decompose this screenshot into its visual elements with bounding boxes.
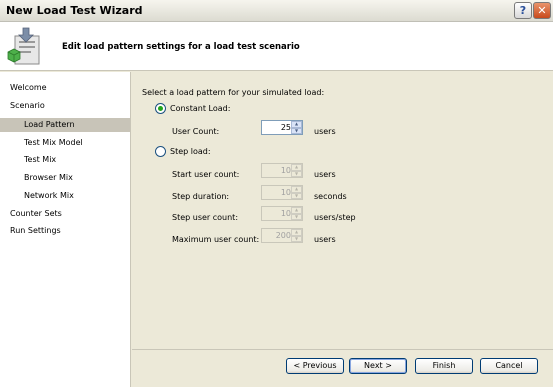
sidebar-item-network-mix[interactable]: Network Mix — [24, 189, 74, 203]
spin-down-icon[interactable]: ▼ — [291, 213, 302, 220]
start-user-count-label: Start user count: — [172, 170, 240, 179]
max-user-count-unit: users — [314, 235, 336, 244]
previous-button[interactable]: < Previous — [286, 358, 344, 374]
start-user-count-unit: users — [314, 170, 336, 179]
sidebar-item-load-pattern[interactable]: Load Pattern — [0, 118, 130, 132]
wizard-sidebar: Welcome Scenario Load Pattern Test Mix M… — [0, 72, 131, 387]
sidebar-item-scenario[interactable]: Scenario — [10, 99, 45, 113]
step-duration-unit: seconds — [314, 192, 347, 201]
step-user-count-label: Step user count: — [172, 213, 239, 222]
sidebar-item-counter-sets[interactable]: Counter Sets — [10, 207, 62, 221]
wizard-document-icon — [7, 27, 40, 65]
user-count-unit: users — [314, 127, 336, 136]
sidebar-item-browser-mix[interactable]: Browser Mix — [24, 171, 73, 185]
step-duration-label: Step duration: — [172, 192, 230, 201]
step-duration-value[interactable]: 10 — [262, 188, 291, 197]
spin-down-icon[interactable]: ▼ — [291, 235, 302, 242]
next-button[interactable]: Next > — [349, 358, 407, 374]
constant-load-radio[interactable] — [155, 103, 166, 114]
radio-selected-dot — [158, 106, 163, 111]
step-load-label[interactable]: Step load: — [170, 147, 211, 157]
window-title: New Load Test Wizard — [6, 4, 143, 17]
finish-button[interactable]: Finish — [415, 358, 473, 374]
close-icon[interactable]: ✕ — [533, 2, 551, 19]
start-user-count-stepper[interactable]: 10 ▲ ▼ — [261, 163, 303, 178]
sidebar-item-test-mix-model[interactable]: Test Mix Model — [24, 136, 83, 150]
cancel-button[interactable]: Cancel — [480, 358, 538, 374]
constant-load-label[interactable]: Constant Load: — [170, 104, 230, 114]
spin-down-icon[interactable]: ▼ — [291, 127, 302, 134]
wizard-window: New Load Test Wizard ? ✕ Edit load patte… — [0, 0, 553, 387]
max-user-count-stepper[interactable]: 200 ▲ ▼ — [261, 228, 303, 243]
sidebar-item-test-mix[interactable]: Test Mix — [24, 153, 56, 167]
page-title: Edit load pattern settings for a load te… — [62, 42, 300, 52]
help-icon[interactable]: ? — [514, 2, 532, 19]
max-user-count-label: Maximum user count: — [172, 235, 260, 244]
load-pattern-panel: Select a load pattern for your simulated… — [132, 72, 553, 349]
intro-text: Select a load pattern for your simulated… — [142, 88, 325, 97]
user-count-stepper[interactable]: 25 ▲ ▼ — [261, 120, 303, 135]
step-load-radio[interactable] — [155, 146, 166, 157]
step-user-count-stepper[interactable]: 10 ▲ ▼ — [261, 206, 303, 221]
sidebar-item-welcome[interactable]: Welcome — [10, 81, 47, 95]
max-user-count-value[interactable]: 200 — [262, 231, 291, 240]
spin-down-icon[interactable]: ▼ — [291, 170, 302, 177]
sidebar-item-run-settings[interactable]: Run Settings — [10, 224, 61, 238]
step-user-count-value[interactable]: 10 — [262, 209, 291, 218]
user-count-label: User Count: — [172, 127, 220, 136]
spin-down-icon[interactable]: ▼ — [291, 192, 302, 199]
step-duration-stepper[interactable]: 10 ▲ ▼ — [261, 185, 303, 200]
step-user-count-unit: users/step — [314, 213, 356, 222]
wizard-header: Edit load pattern settings for a load te… — [0, 22, 553, 71]
title-bar[interactable]: New Load Test Wizard ? ✕ — [0, 0, 553, 22]
user-count-value[interactable]: 25 — [262, 123, 291, 132]
start-user-count-value[interactable]: 10 — [262, 166, 291, 175]
